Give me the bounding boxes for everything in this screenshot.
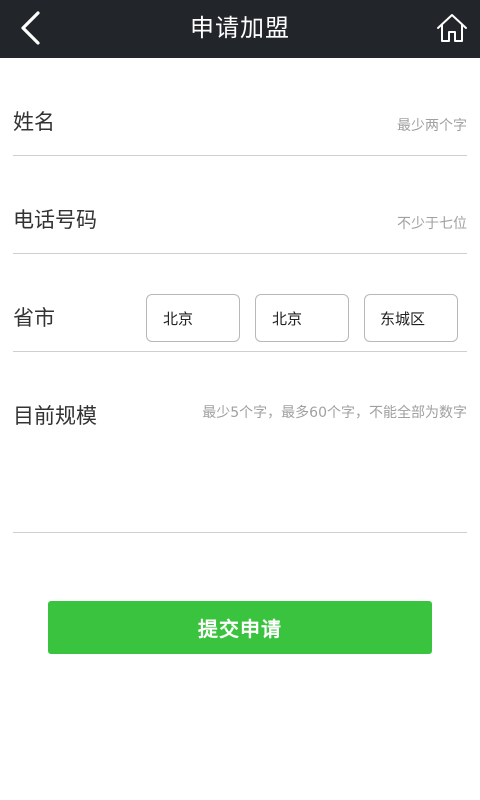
chevron-left-icon bbox=[21, 11, 40, 45]
scale-textarea[interactable] bbox=[147, 402, 467, 522]
name-input[interactable] bbox=[167, 114, 467, 138]
back-button[interactable] bbox=[10, 8, 50, 48]
region-label: 省市 bbox=[13, 306, 55, 330]
scale-label: 目前规模 bbox=[13, 404, 97, 428]
home-button[interactable] bbox=[432, 8, 472, 48]
page-title: 申请加盟 bbox=[190, 14, 290, 42]
region-row: 省市 北京 北京 东城区 bbox=[13, 254, 467, 352]
name-label: 姓名 bbox=[13, 110, 55, 134]
city-select[interactable]: 北京 bbox=[255, 294, 349, 342]
home-icon bbox=[437, 14, 467, 42]
province-select[interactable]: 北京 bbox=[146, 294, 240, 342]
name-row: 姓名 bbox=[13, 58, 467, 156]
scale-row: 目前规模 bbox=[13, 352, 467, 533]
phone-row: 电话号码 bbox=[13, 156, 467, 254]
phone-input[interactable] bbox=[167, 212, 467, 236]
district-select[interactable]: 东城区 bbox=[364, 294, 458, 342]
phone-label: 电话号码 bbox=[13, 208, 97, 232]
app-header: 申请加盟 bbox=[0, 0, 480, 58]
submit-button[interactable]: 提交申请 bbox=[48, 601, 432, 654]
